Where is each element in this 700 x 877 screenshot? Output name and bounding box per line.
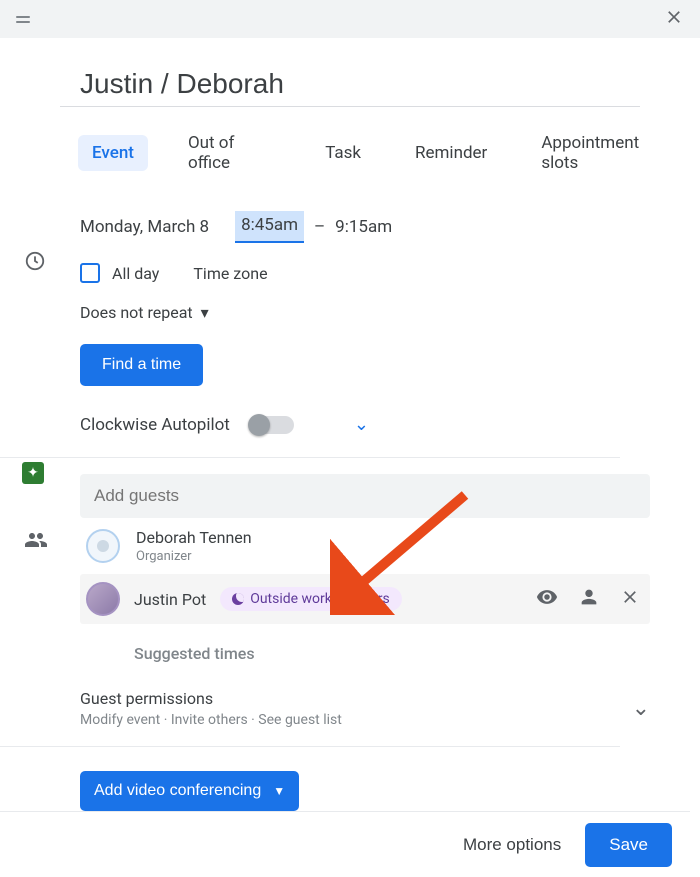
tab-task[interactable]: Task [311, 135, 375, 171]
guest-name: Justin Pot [134, 590, 206, 609]
allday-label: All day [112, 264, 159, 283]
end-time-picker[interactable]: 9:15am [335, 217, 392, 237]
people-icon [24, 528, 48, 556]
event-type-tabs: Event Out of office Task Reminder Appoin… [60, 107, 680, 199]
guest-permissions-summary: Modify event · Invite others · See guest… [80, 712, 342, 728]
caret-down-icon: ▼ [273, 784, 285, 798]
more-options-button[interactable]: More options [457, 827, 567, 863]
close-button[interactable] [664, 7, 684, 31]
avatar [86, 582, 120, 616]
visibility-eye-icon[interactable] [536, 586, 558, 612]
autopilot-label: Clockwise Autopilot [80, 415, 230, 435]
save-button[interactable]: Save [585, 823, 672, 867]
add-guests-input[interactable] [80, 474, 650, 518]
recurrence-dropdown[interactable]: Does not repeat ▾ [80, 303, 680, 322]
dialog-titlebar [0, 0, 700, 38]
start-time-picker[interactable]: 8:45am [235, 211, 304, 243]
section-divider [0, 746, 620, 747]
autopilot-expand-icon[interactable]: ⌄ [354, 414, 369, 435]
timezone-button[interactable]: Time zone [193, 264, 267, 283]
time-separator: – [314, 217, 325, 237]
clock-icon [24, 250, 46, 276]
tab-reminder[interactable]: Reminder [401, 135, 501, 171]
tab-appointment-slots[interactable]: Appointment slots [527, 125, 680, 181]
guest-name: Deborah Tennen [136, 528, 252, 547]
find-a-time-button[interactable]: Find a time [80, 344, 203, 386]
autopilot-toggle[interactable] [250, 416, 294, 434]
guest-organizer-row: Deborah Tennen Organizer [80, 518, 680, 570]
guest-role: Organizer [136, 549, 252, 564]
remove-guest-icon[interactable] [620, 587, 640, 611]
tab-event[interactable]: Event [78, 135, 148, 171]
caret-down-icon: ▾ [201, 303, 209, 322]
tab-out-of-office[interactable]: Out of office [174, 125, 285, 181]
chevron-down-icon: ⌄ [632, 696, 650, 721]
guest-row[interactable]: Justin Pot Outside working hours [80, 574, 650, 624]
drag-handle-icon[interactable] [16, 16, 30, 23]
guest-permissions-title: Guest permissions [80, 689, 342, 708]
allday-checkbox[interactable] [80, 263, 100, 283]
guest-permissions-row[interactable]: Guest permissions Modify event · Invite … [80, 689, 650, 728]
mark-optional-icon[interactable] [578, 586, 600, 612]
moon-icon [232, 593, 244, 605]
suggested-times-button[interactable]: Suggested times [134, 644, 680, 663]
event-title-input[interactable] [60, 68, 640, 107]
time-section: Monday, March 8 8:45am – 9:15am All day … [60, 211, 680, 386]
clockwise-icon: ✦ [22, 462, 44, 484]
date-picker[interactable]: Monday, March 8 [80, 217, 209, 237]
dialog-footer: More options Save [0, 811, 690, 877]
add-video-conferencing-button[interactable]: Add video conferencing ▼ [80, 771, 299, 811]
outside-working-hours-chip: Outside working hours [220, 587, 402, 611]
avatar [86, 529, 120, 563]
